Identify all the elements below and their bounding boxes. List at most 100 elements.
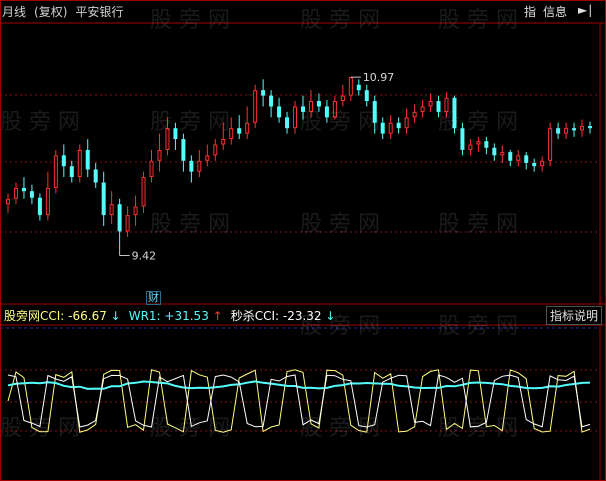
period-label[interactable]: 月线 [2,5,26,19]
candle [109,191,114,224]
candle [380,117,385,140]
candle [117,198,122,246]
candle [13,182,18,205]
low-price-label: 9.42 [132,250,157,263]
candle [452,95,457,134]
candle [181,133,186,172]
indicator-legend: 股旁网CCI: -66.67 ↓ WR1: +31.53 ↑ 秒杀CCI: -23.… [4,307,343,324]
candle [468,139,473,156]
candle [396,117,401,134]
candle [6,193,10,213]
candle [61,144,66,178]
chart-canvas: 10.97 9.42 [0,0,606,481]
candle [253,84,258,129]
candle [85,139,90,178]
indicator-value: WR1: +31.53 [128,309,213,323]
candle [476,136,481,153]
candle [229,117,234,145]
candle [133,195,138,226]
candle [245,106,250,140]
candle [237,115,242,140]
candle [484,136,489,155]
candle [524,152,529,170]
candle [532,158,537,172]
stock-name: 平安银行 [75,5,124,19]
candle [372,95,377,134]
candle [316,93,321,112]
candle [332,95,337,120]
candle [428,93,433,112]
candle [189,155,194,183]
indicator-legend-item: WR1: +31.53 ↑ [129,309,223,323]
index-button[interactable]: 指 [524,3,536,20]
adjust-label[interactable]: (复权) [34,5,67,19]
high-price-label: 10.97 [363,71,395,84]
candle [436,95,441,118]
candle [548,122,553,167]
indicator-arrow: ↓ [110,309,121,323]
candle [197,149,202,178]
candle [261,79,266,107]
indicator-grid [0,327,600,432]
indicator-arrow: ↓ [325,309,336,323]
candle [29,184,34,205]
candle [572,122,577,137]
candle [37,193,42,221]
candle [324,99,329,123]
indicator-value: 秒杀CCI: -23.32 [230,309,326,323]
candle [364,84,369,107]
candle [516,149,521,167]
candle [300,95,305,120]
candle [540,156,545,172]
candle [460,122,465,156]
candle [420,99,425,118]
candle [348,77,353,102]
indicator-help-button[interactable]: 指标说明 [546,306,603,325]
candlestick-series [6,77,592,246]
candle [173,122,178,150]
indicator-legend-item: 股旁网CCI: -66.67 ↓ [4,309,121,323]
candle [205,144,210,167]
candle [508,149,513,167]
candle [588,121,592,134]
candle [340,84,345,107]
indicator-series [7,369,591,433]
arrow-right-bar-icon[interactable]: ►| [578,3,593,17]
candle [221,122,226,150]
candle [141,171,146,213]
candle [45,171,50,221]
candle [444,92,449,118]
candle [285,111,290,134]
candle [269,90,274,118]
candle [293,101,298,134]
candle [101,171,106,226]
financial-badge[interactable]: 财 [146,291,161,305]
indicator-legend-item: 秒杀CCI: -23.32 ↓ [231,309,336,323]
candle [388,115,393,140]
candle [165,117,170,156]
candle [77,144,82,183]
indicator-value: 股旁网CCI: -66.67 [4,309,111,323]
candle [53,149,58,194]
candle [556,122,561,140]
candle [69,160,74,183]
candle [277,97,282,123]
indicator-line [7,380,591,390]
chart-title: 月线 (复权) 平安银行 [2,3,131,20]
candle [213,139,218,161]
candle [500,145,505,163]
indicator-arrow: ↑ [212,309,223,323]
candle [308,90,313,118]
candle [93,162,98,188]
candle [157,133,162,172]
candle [412,104,417,123]
candle [21,177,26,199]
candle [149,149,154,183]
info-button[interactable]: 信息 [543,3,567,20]
candle [492,143,497,161]
indicator-line [7,374,591,428]
candle [356,79,361,96]
candle [580,119,585,137]
candle [404,108,409,134]
candle [564,122,569,140]
